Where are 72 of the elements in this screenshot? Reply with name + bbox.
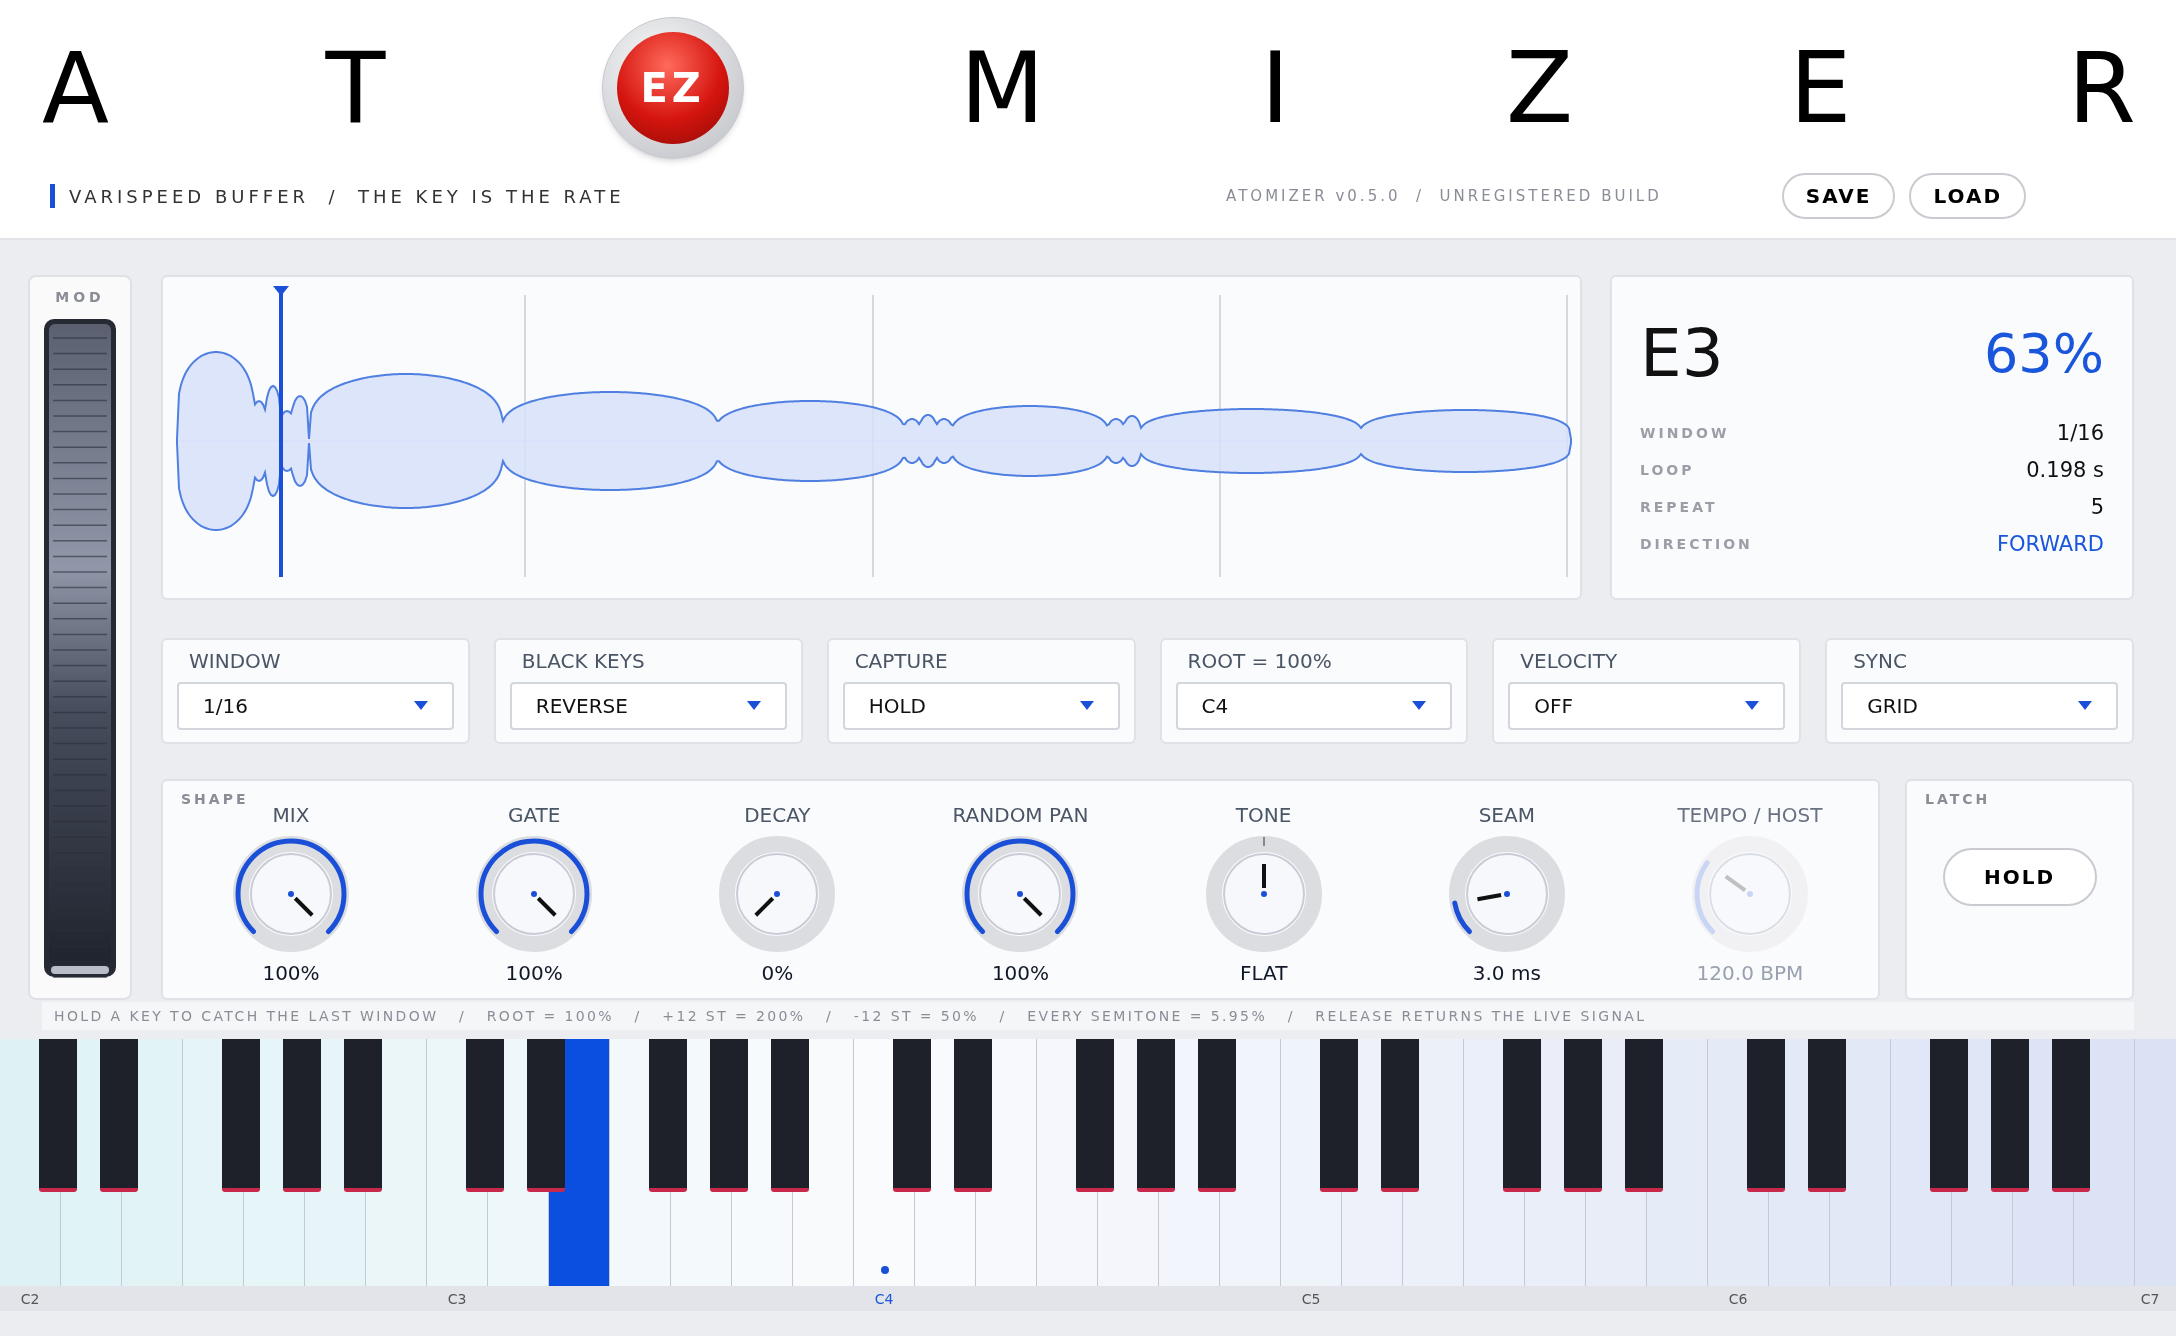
knob-label: RANDOM PAN [952,802,1089,830]
knob-label: TEMPO / HOST [1677,802,1823,830]
knob-label: TONE [1235,802,1292,830]
caret-down-icon [746,701,761,711]
octave-label: C6 [1728,1290,1748,1309]
dropdown[interactable]: HOLD [842,682,1120,730]
knob-label: MIX [272,802,310,830]
caret-down-icon [2078,701,2092,711]
knob-value: 100% [991,960,1050,988]
info-value: FORWARD [1996,530,2104,558]
dropdown-label: ROOT = 100% [1186,648,1333,675]
caret-down-icon [1412,701,1427,711]
info-value: 5 [2090,493,2104,521]
dropdown-label: BLACK KEYS [520,648,646,675]
octave-label: C5 [1301,1290,1321,1309]
octave-label: C7 [2140,1290,2160,1309]
info-value: 1/16 [2056,419,2104,447]
knob-label: GATE [507,802,561,830]
accent-bar [50,184,55,208]
info-label: WINDOW [1640,424,1730,443]
dropdown[interactable]: C4 [1175,682,1453,730]
knob[interactable] [1446,834,1567,955]
knob-label: SEAM [1478,802,1535,830]
dropdown[interactable]: GRID [1841,682,2118,730]
knob[interactable] [960,834,1081,955]
panel-label: SHAPE [181,790,250,810]
header-button[interactable]: SAVE [1781,173,1896,219]
info-label: DIRECTION [1640,535,1753,554]
mod-wheel[interactable] [43,318,117,978]
knob-value: 3.0 ms [1472,960,1541,988]
caret-down-icon [413,701,428,711]
dropdown[interactable]: 1/16 [177,682,454,730]
caret-down-icon [1745,701,1760,711]
knob-label: DECAY [744,802,811,830]
info-value: 0.198 s [2026,456,2104,484]
caret-down-icon [1079,701,1094,711]
dropdown[interactable]: OFF [1508,682,1786,730]
dropdown-label: VELOCITY [1519,648,1619,675]
octave-label: C2 [20,1290,40,1309]
knob-value: 100% [262,960,320,988]
title-letter: R [2067,39,2136,137]
panel-label: LATCH [1925,790,1992,810]
dropdown[interactable]: REVERSE [509,682,787,730]
logo: EZ [601,17,744,159]
octave-label: C4 [874,1290,894,1309]
title-letter: A [42,39,110,137]
header-button[interactable]: LOAD [1909,173,2026,219]
title-letter: I [1260,39,1290,137]
dropdown-label: WINDOW [188,648,282,675]
knob[interactable] [474,834,595,955]
title-letter: T [325,39,386,137]
title-letter: M [959,39,1045,137]
knob-value: 120.0 BPM [1696,960,1804,988]
knob-value: FLAT [1239,960,1288,988]
note-readout: E3 [1640,321,1724,387]
knob-value: 0% [761,960,794,988]
dropdown-label: CAPTURE [853,648,949,675]
title-letter: E [1789,39,1852,137]
octave-label: C3 [447,1290,467,1309]
percent-readout: 63% [1983,327,2104,381]
title-letter: Z [1506,39,1574,137]
info-label: LOOP [1640,461,1695,480]
hint-text: HOLD A KEY TO CATCH THE LAST WINDOW / ROOT = 100% / +12 ST = 200% / -12 ST = 50% / EVERY SEMITONE = 5.95% / RELEASE RETURNS THE LIVE SIGNAL [54,1006,1647,1026]
info-label: REPEAT [1640,498,1718,517]
version-text: ATOMIZER v0.5.0 / UNREGISTERED BUILD [1226,185,1662,207]
knob[interactable] [231,834,351,955]
knob-value: 100% [505,960,563,988]
hold-button[interactable]: HOLD [1942,848,2097,907]
piano-keyboard[interactable] [0,1039,2176,1286]
dropdown-label: SYNC [1852,648,1908,675]
panel-label: MOD [55,288,105,307]
subtitle: VARISPEED BUFFER / THE KEY IS THE RATE [69,184,625,209]
